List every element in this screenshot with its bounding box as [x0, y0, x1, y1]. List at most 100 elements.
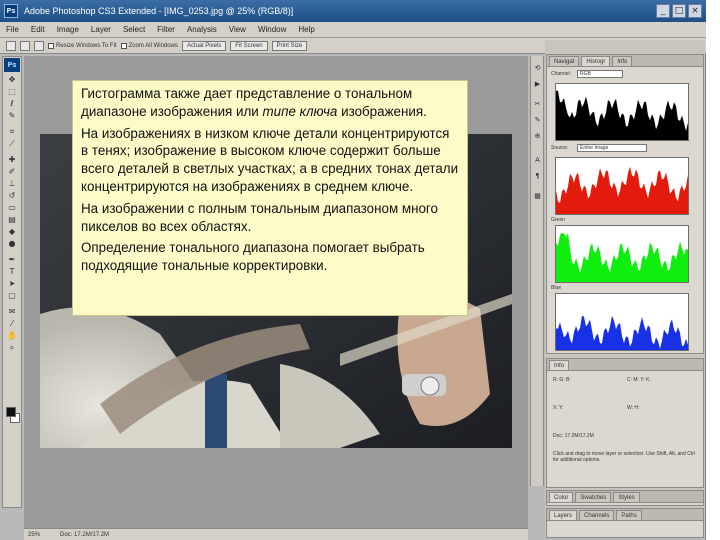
- panels-column: Navigat Histogr Info Channel: RGB Source…: [545, 40, 705, 538]
- tab-channels[interactable]: Channels: [579, 510, 615, 520]
- tab-paths[interactable]: Paths: [616, 510, 642, 520]
- zoom-tool-icon[interactable]: ⌕: [6, 343, 18, 352]
- menu-filter[interactable]: Filter: [151, 25, 181, 34]
- marquee-tool-icon[interactable]: ⬚: [6, 87, 18, 96]
- tab-styles[interactable]: Styles: [613, 492, 640, 502]
- photoshop-window: Ps Adobe Photoshop CS3 Extended - [IMG_0…: [0, 0, 706, 540]
- actual-pixels-button[interactable]: Actual Pixels: [181, 40, 227, 51]
- menu-analysis[interactable]: Analysis: [181, 25, 223, 34]
- minimize-button[interactable]: _: [656, 4, 670, 18]
- history-icon[interactable]: ⟲: [533, 64, 542, 73]
- heal-tool-icon[interactable]: ✚: [6, 155, 18, 164]
- tab-layers[interactable]: Layers: [549, 510, 578, 520]
- histogram-shape-black: [556, 90, 688, 140]
- channel-label: Channel:: [551, 71, 572, 77]
- tab-navigator[interactable]: Navigat: [549, 56, 580, 66]
- menu-file[interactable]: File: [0, 25, 25, 34]
- brush-tool-icon[interactable]: ✐: [6, 167, 18, 176]
- menu-image[interactable]: Image: [51, 25, 85, 34]
- quick-select-tool-icon[interactable]: ✎: [6, 111, 18, 120]
- move-tool-icon[interactable]: ✥: [6, 75, 18, 84]
- callout-paragraph: Определение тонального диапазона помогае…: [81, 240, 425, 274]
- callout-paragraph: На изображении с полным тональным диапаз…: [81, 200, 438, 234]
- menu-select[interactable]: Select: [117, 25, 151, 34]
- status-bar: 25% Doc: 17.2M/17.2M: [24, 528, 528, 540]
- clone-source-icon[interactable]: ⊕: [533, 132, 542, 141]
- gradient-tool-icon[interactable]: ▤: [6, 215, 18, 224]
- blue-histogram-graph: [556, 315, 688, 350]
- zoom-all-label: Zoom All Windows: [128, 42, 178, 49]
- source-value: Entire Image: [580, 145, 609, 151]
- info-panel: Info R: G: B: C: M: Y: K: X: Y: W: H: Do…: [546, 358, 704, 488]
- tab-histogram[interactable]: Histogr: [581, 56, 611, 66]
- slice-tool-icon[interactable]: ⟋: [6, 139, 18, 148]
- brushes-icon[interactable]: ✎: [533, 116, 542, 125]
- lasso-tool-icon[interactable]: ℓ: [6, 99, 18, 108]
- info-doc-size: Doc: 17.2M/17.2M: [553, 433, 594, 439]
- menu-view[interactable]: View: [223, 25, 252, 34]
- crop-tool-icon[interactable]: ⌗: [6, 127, 18, 136]
- channel-value: RGB: [580, 71, 591, 77]
- stamp-tool-icon[interactable]: ⊥: [6, 179, 18, 188]
- resize-windows-label: Resize Windows To Fit: [56, 42, 117, 49]
- character-icon[interactable]: A: [533, 156, 542, 165]
- zoom-all-checkbox[interactable]: Zoom All Windows: [120, 42, 178, 49]
- close-button[interactable]: ×: [688, 4, 702, 18]
- history-brush-tool-icon[interactable]: ↺: [6, 191, 18, 200]
- shape-tool-icon[interactable]: ▢: [6, 291, 18, 300]
- resize-windows-checkbox[interactable]: Resize Windows To Fit: [48, 42, 117, 49]
- histogram-shape-green: [556, 232, 688, 282]
- dodge-tool-icon[interactable]: ●: [6, 239, 18, 248]
- toolbox: Ps ✥ ⬚ ℓ ✎ ⌗ ⟋ ✚ ✐ ⊥ ↺ ▭ ▤ ◆ ● ✒ T ➤ ▢ ✉…: [2, 56, 22, 508]
- red-histogram-graph: [556, 166, 688, 214]
- green-histogram-graph: [556, 232, 688, 282]
- source-select[interactable]: Entire Image: [577, 144, 647, 152]
- title-bar[interactable]: Ps Adobe Photoshop CS3 Extended - [IMG_0…: [0, 0, 706, 22]
- path-select-tool-icon[interactable]: ➤: [6, 279, 18, 288]
- callout-paragraph: Гистограмма также дает представление о т…: [81, 86, 427, 119]
- menu-edit[interactable]: Edit: [25, 25, 51, 34]
- maximize-button[interactable]: □: [672, 4, 686, 18]
- zoom-tool-icon[interactable]: [6, 40, 16, 51]
- fit-screen-button[interactable]: Fit Screen: [230, 40, 268, 51]
- paragraph-icon[interactable]: ¶: [533, 172, 542, 181]
- menu-window[interactable]: Window: [252, 25, 292, 34]
- window-title: Adobe Photoshop CS3 Extended - [IMG_0253…: [24, 6, 294, 16]
- tab-info-panel[interactable]: Info: [549, 360, 570, 370]
- channel-select[interactable]: RGB: [577, 70, 623, 78]
- zoom-level[interactable]: 25%: [28, 532, 40, 538]
- doc-size: Doc: 17.2M/17.2M: [60, 531, 110, 538]
- blue-histogram: [555, 293, 689, 351]
- info-rgb-readout: R: G: B:: [553, 377, 571, 383]
- tab-color[interactable]: Color: [549, 492, 574, 502]
- zoom-out-icon[interactable]: [34, 40, 44, 51]
- tool-presets-icon[interactable]: ✂: [533, 100, 542, 109]
- print-size-button[interactable]: Print Size: [271, 40, 308, 51]
- actions-icon[interactable]: ▶: [533, 80, 542, 89]
- histogram-shape-blue: [556, 315, 688, 350]
- menu-layer[interactable]: Layer: [85, 25, 117, 34]
- red-histogram: [555, 157, 689, 215]
- menu-help[interactable]: Help: [292, 25, 320, 34]
- tab-info[interactable]: Info: [612, 56, 633, 66]
- tab-swatches[interactable]: Swatches: [575, 492, 612, 502]
- canvas-area[interactable]: Гистограмма также дает представление о т…: [24, 56, 528, 528]
- eraser-tool-icon[interactable]: ▭: [6, 203, 18, 212]
- eyedropper-tool-icon[interactable]: ⁄: [6, 319, 18, 328]
- photoshop-app-icon: Ps: [4, 4, 18, 18]
- zoom-in-icon[interactable]: [20, 40, 30, 51]
- type-tool-icon[interactable]: T: [6, 267, 18, 276]
- notes-tool-icon[interactable]: ✉: [6, 307, 18, 316]
- foreground-color-swatch[interactable]: [6, 407, 16, 417]
- layer-comps-icon[interactable]: ▦: [533, 192, 542, 201]
- blur-tool-icon[interactable]: ◆: [6, 227, 18, 236]
- lesson-callout: Гистограмма также дает представление о т…: [72, 80, 468, 316]
- callout-paragraph: На изображениях в низком ключе детали ко…: [81, 125, 459, 194]
- ps-logo: Ps: [4, 58, 20, 72]
- info-xy-readout: X: Y:: [553, 405, 564, 411]
- rgb-histogram-graph: [556, 90, 688, 140]
- green-label: Green: [551, 217, 565, 223]
- hand-tool-icon[interactable]: ✋: [6, 331, 18, 340]
- pen-tool-icon[interactable]: ✒: [6, 255, 18, 264]
- panel-dock: ⟲ ▶ ✂ ✎ ⊕ A ¶ ▦: [530, 56, 544, 486]
